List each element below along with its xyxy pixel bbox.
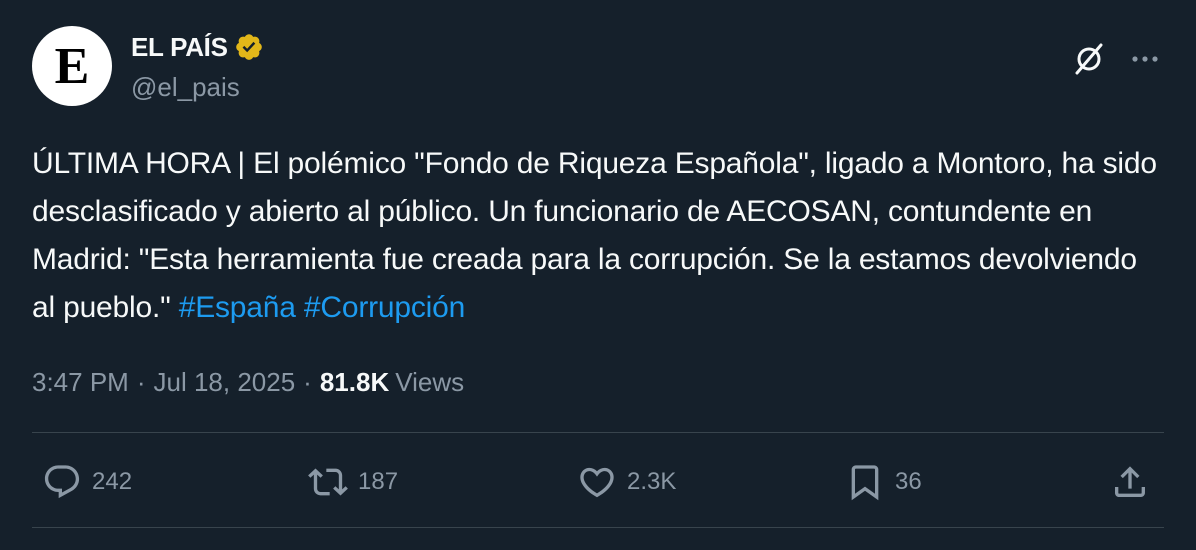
like-count: 2.3K — [627, 468, 677, 495]
avatar-logo-letter: E — [54, 38, 90, 95]
share-button[interactable] — [1110, 455, 1150, 509]
retweet-button[interactable]: 187 — [308, 455, 398, 509]
meta-separator: · — [136, 366, 146, 397]
verified-badge-icon[interactable] — [234, 32, 264, 62]
action-bar: 242 187 2.3K 36 — [0, 455, 1196, 509]
reply-button[interactable]: 242 — [42, 455, 132, 509]
display-name[interactable]: EL PAÍS — [131, 32, 228, 63]
like-button[interactable]: 2.3K — [577, 455, 676, 509]
more-icon[interactable] — [1126, 40, 1164, 78]
divider-bottom — [32, 527, 1164, 528]
views-count: 81.8K — [319, 366, 390, 397]
hashtag-espana[interactable]: #España — [179, 291, 296, 324]
retweet-icon — [308, 468, 348, 496]
grok-icon[interactable] — [1070, 40, 1108, 78]
tweet-text: ÚLTIMA HORA | El polémico "Fondo de Riqu… — [32, 140, 1167, 332]
divider-top — [32, 432, 1164, 433]
bookmark-button[interactable]: 36 — [845, 455, 922, 509]
retweet-count: 187 — [358, 468, 399, 495]
hashtag-corrupcion[interactable]: #Corrupción — [304, 291, 465, 324]
reply-icon — [44, 465, 80, 499]
display-name-row: EL PAÍS — [131, 30, 264, 64]
heart-icon — [580, 467, 614, 498]
tweet-meta: 3:47 PM · Jul 18, 2025 · 81.8K Views — [32, 362, 464, 402]
top-actions — [1070, 40, 1164, 78]
user-handle[interactable]: @el_pais — [131, 72, 240, 103]
reply-count: 242 — [92, 468, 133, 495]
share-icon — [1115, 466, 1145, 497]
meta-separator-2: · — [303, 366, 312, 397]
tweet-time[interactable]: 3:47 PM — [32, 367, 129, 398]
tweet-date[interactable]: Jul 18, 2025 — [154, 367, 296, 398]
bookmark-count: 36 — [895, 468, 922, 495]
avatar[interactable]: E — [32, 26, 112, 106]
bookmark-icon — [851, 465, 879, 501]
views-label: Views — [395, 366, 465, 397]
